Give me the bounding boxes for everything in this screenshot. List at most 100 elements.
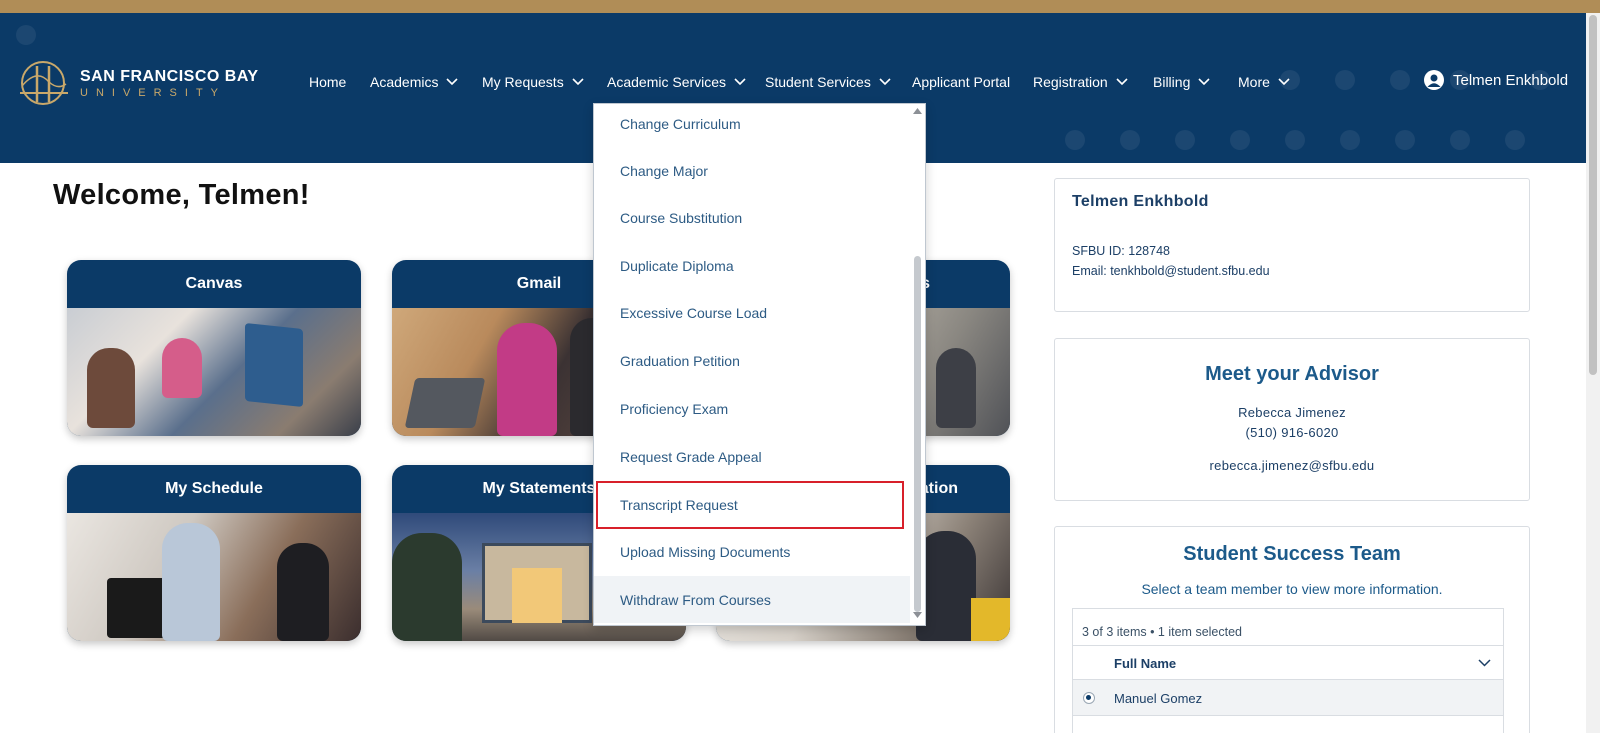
tile-my-schedule[interactable]: My Schedule [67, 465, 361, 641]
chevron-down-icon [446, 78, 459, 86]
menu-item-upload-missing-documents[interactable]: Upload Missing Documents [594, 528, 911, 575]
monitor-shape [245, 322, 303, 408]
advisor-title: Meet your Advisor [1205, 363, 1379, 385]
university-logo[interactable]: SAN FRANCISCO BAY UNIVERSITY [18, 60, 259, 106]
grid-info: 3 of 3 items • 1 item selected [1082, 625, 1243, 639]
profile-id: SFBU ID: 128748 [1072, 244, 1170, 258]
dropdown-scrollbar[interactable] [910, 104, 925, 625]
menu-item-label: Proficiency Exam [620, 400, 729, 417]
advisor-name: Rebecca Jimenez [1238, 405, 1346, 420]
tile-photo [67, 308, 361, 436]
menu-item-course-substitution[interactable]: Course Substitution [594, 194, 911, 241]
header-decor-dot [1390, 70, 1410, 90]
person-shape [277, 543, 329, 641]
chevron-down-icon [572, 78, 584, 86]
nav-item-applicant-portal[interactable]: Applicant Portal [912, 70, 1010, 94]
logo-wordmark: SAN FRANCISCO BAY [80, 67, 259, 85]
header-decor-dot [1395, 130, 1415, 150]
profile-card: Telmen Enkhbold SFBU ID: 128748 Email: t… [1054, 178, 1530, 312]
menu-item-change-curriculum[interactable]: Change Curriculum [594, 104, 911, 147]
menu-item-label: Withdraw From Courses [620, 591, 771, 608]
nav-label: My Requests [482, 74, 564, 90]
profile-email: Email: tenkhbold@student.sfbu.edu [1072, 264, 1270, 278]
golden-gate-bridge-icon [20, 61, 68, 105]
menu-item-withdraw-from-courses[interactable]: Withdraw From Courses [594, 576, 911, 623]
nav-item-student-services[interactable]: Student Services [765, 70, 891, 94]
tile-label: My Schedule [165, 480, 263, 497]
nav-label: Registration [1033, 74, 1108, 90]
chevron-down-icon [1116, 78, 1128, 86]
menu-item-label: Course Substitution [620, 209, 743, 226]
menu-item-change-major[interactable]: Change Major [594, 147, 911, 194]
menu-item-transcript-request[interactable]: Transcript Request [594, 481, 911, 528]
nav-item-my-requests[interactable]: My Requests [482, 70, 584, 94]
header-decor-dot [16, 25, 36, 45]
nav-label: Applicant Portal [912, 74, 1011, 90]
column-label: Full Name [1114, 656, 1177, 671]
person-shape [162, 338, 202, 398]
chevron-down-icon [1278, 78, 1290, 86]
advisor-card: Meet your Advisor Rebecca Jimenez (510) … [1054, 338, 1530, 501]
menu-item-label: Graduation Petition [620, 352, 740, 369]
row-radio[interactable] [1083, 692, 1095, 704]
nav-item-billing[interactable]: Billing [1153, 70, 1210, 94]
nav-item-registration[interactable]: Registration [1033, 70, 1128, 94]
grid-column-header[interactable]: Full Name [1073, 645, 1503, 680]
scrollbar-thumb[interactable] [914, 256, 921, 612]
person-shape [936, 348, 976, 428]
row-name: Manuel Gomez [1114, 691, 1203, 706]
nav-item-academics[interactable]: Academics [370, 70, 459, 94]
team-grid: 3 of 3 items • 1 item selected Full Name… [1072, 608, 1504, 733]
nav-label: More [1238, 74, 1270, 90]
chevron-down-icon [734, 78, 746, 86]
nav-item-academic-services[interactable]: Academic Services [607, 70, 746, 94]
tile-photo [67, 513, 361, 641]
header-decor-dot [1175, 130, 1195, 150]
chevron-down-icon [879, 78, 891, 86]
header-decor-dot [1335, 70, 1355, 90]
chevron-down-icon [1478, 659, 1491, 667]
person-shape [497, 323, 557, 436]
menu-item-label: Transcript Request [620, 496, 738, 513]
header-decor-dot [1230, 130, 1250, 150]
scroll-up-arrow-icon[interactable] [913, 107, 922, 115]
nav-item-more[interactable]: More [1238, 70, 1290, 94]
nav-label: Student Services [765, 74, 871, 90]
user-name: Telmen Enkhbold [1453, 71, 1569, 89]
page-scrollbar[interactable] [1586, 13, 1600, 733]
student-success-card: Student Success Team Select a team membe… [1054, 526, 1530, 733]
person-shape [87, 348, 135, 428]
tree-shape [392, 533, 462, 641]
nav-label: Academic Services [607, 74, 727, 90]
header-decor-dot [1285, 130, 1305, 150]
top-accent-bar [0, 0, 1600, 13]
chevron-down-icon [1198, 78, 1210, 86]
nav-label: Academics [370, 74, 439, 90]
header-decor-dot [1120, 130, 1140, 150]
menu-item-label: Change Curriculum [620, 115, 741, 132]
nav-item-home[interactable]: Home [309, 70, 346, 94]
menu-item-request-grade-appeal[interactable]: Request Grade Appeal [594, 433, 911, 480]
team-title: Student Success Team [1183, 543, 1401, 565]
nav-label: Billing [1153, 74, 1191, 90]
advisor-phone: (510) 916-6020 [1245, 425, 1339, 440]
header-decor-dot [1450, 130, 1470, 150]
table-row[interactable]: Manuel Gomez [1073, 680, 1503, 716]
logo-subline: UNIVERSITY [80, 86, 227, 99]
scroll-down-arrow-icon[interactable] [913, 611, 922, 619]
menu-item-graduation-petition[interactable]: Graduation Petition [594, 337, 911, 384]
advisor-email[interactable]: rebecca.jimenez@sfbu.edu [1055, 458, 1529, 473]
page-scrollbar-thumb[interactable] [1589, 15, 1597, 375]
menu-item-excessive-course-load[interactable]: Excessive Course Load [594, 289, 911, 336]
user-menu[interactable]: Telmen Enkhbold [1424, 70, 1568, 90]
academic-services-dropdown: Change Curriculum Change Major Course Su… [593, 103, 926, 626]
tile-canvas[interactable]: Canvas [67, 260, 361, 436]
menu-item-label: Request Grade Appeal [620, 448, 762, 465]
menu-item-proficiency-exam[interactable]: Proficiency Exam [594, 385, 911, 432]
header-decor-dot [1505, 130, 1525, 150]
menu-item-duplicate-diploma[interactable]: Duplicate Diploma [594, 242, 911, 289]
tile-label: Canvas [185, 275, 243, 292]
menu-item-label: Change Major [620, 162, 708, 179]
menu-item-label: Excessive Course Load [620, 304, 768, 321]
person-shape [162, 523, 220, 641]
